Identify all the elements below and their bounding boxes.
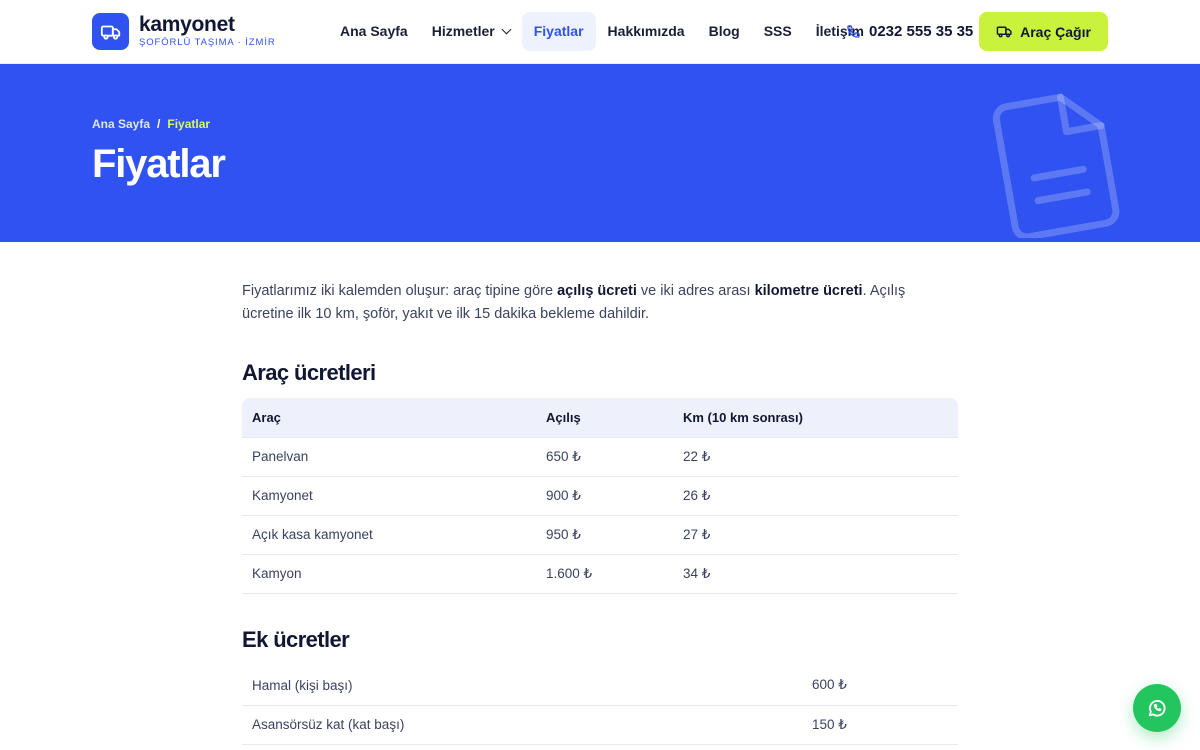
- truck-icon: [996, 26, 1012, 38]
- extra-fees-title: Ek ücretler: [242, 627, 350, 652]
- nav-label: Ana Sayfa: [340, 23, 408, 39]
- brand-logo-link[interactable]: kamyonet ŞOFÖRLÜ TAŞIMA · İZMİR: [92, 13, 276, 50]
- hero-banner: Ana Sayfa / Fiyatlar Fiyatlar: [0, 64, 1200, 242]
- phone-number: 0232 555 35 35: [869, 23, 974, 40]
- vehicle-cell: Açık kasa kamyonet: [242, 515, 536, 555]
- intro-emphasis-opening-fee: açılış ücreti: [557, 283, 637, 299]
- fee-amount-cell: 600 ₺: [802, 666, 958, 706]
- nav-label: Hizmetler: [431, 23, 495, 39]
- nav-item-hakkimizda[interactable]: Hakkımızda: [596, 12, 697, 51]
- breadcrumb-current: Fiyatlar: [167, 117, 211, 131]
- main-nav: Ana Sayfa Hizmetler Fiyatlar Hakkımızda …: [328, 12, 876, 51]
- intro-text: ve iki adres arası: [636, 283, 755, 299]
- site-header: kamyonet ŞOFÖRLÜ TAŞIMA · İZMİR Ana Sayf…: [0, 0, 1200, 64]
- table-row: Açık kasa kamyonet 950 ₺ 27 ₺: [242, 515, 958, 555]
- phone-icon: [847, 25, 860, 38]
- table-row: Asansörsüz kat (kat başı) 150 ₺: [242, 705, 958, 745]
- km-fee-cell: 26 ₺: [673, 476, 958, 516]
- document-icon: [992, 93, 1120, 238]
- intro-paragraph: Fiyatlarımız iki kalemden oluşur: araç t…: [242, 280, 958, 326]
- vehicle-cell: Panelvan: [242, 436, 536, 477]
- opening-fee-cell: 1.600 ₺: [536, 554, 673, 594]
- opening-fee-cell: 900 ₺: [536, 476, 673, 516]
- nav-label: Hakkımızda: [607, 23, 685, 39]
- vehicle-cell: Kamyon: [242, 554, 536, 594]
- fee-name-cell: Hamal (kişi başı): [242, 666, 802, 706]
- column-header: Araç: [252, 409, 281, 425]
- fee-amount-cell: 150 ₺: [802, 705, 958, 745]
- extra-fees-table: Hamal (kişi başı) 600 ₺ Asansörsüz kat (…: [242, 666, 958, 745]
- table-row: Kamyonet 900 ₺ 26 ₺: [242, 476, 958, 516]
- intro-text: Fiyatlarımız iki kalemden oluşur: araç t…: [242, 283, 558, 299]
- breadcrumb-home[interactable]: Ana Sayfa: [92, 117, 150, 131]
- column-header: Km (10 km sonrası): [683, 409, 803, 425]
- table-header-row: Araç Açılış Km (10 km sonrası): [242, 398, 958, 437]
- whatsapp-icon: [1148, 700, 1166, 717]
- brand-tagline: ŞOFÖRLÜ TAŞIMA · İZMİR: [139, 37, 276, 48]
- column-header: Açılış: [546, 409, 581, 425]
- nav-label: SSS: [763, 23, 792, 39]
- whatsapp-button[interactable]: [1133, 684, 1181, 732]
- truck-icon: [92, 13, 129, 50]
- table-row: Panelvan 650 ₺ 22 ₺: [242, 436, 958, 477]
- vehicle-cell: Kamyonet: [242, 476, 536, 516]
- fee-name-cell: Asansörsüz kat (kat başı): [242, 705, 802, 745]
- nav-item-ana-sayfa[interactable]: Ana Sayfa: [328, 12, 420, 51]
- page-title: Fiyatlar: [92, 142, 226, 186]
- vehicle-prices-title: Araç ücretleri: [242, 360, 376, 385]
- breadcrumb: Ana Sayfa / Fiyatlar: [92, 117, 210, 131]
- km-fee-cell: 34 ₺: [673, 554, 958, 594]
- table-row: Hamal (kişi başı) 600 ₺: [242, 666, 958, 706]
- km-fee-cell: 27 ₺: [673, 515, 958, 555]
- brand-name: kamyonet: [139, 13, 235, 36]
- nav-item-fiyatlar[interactable]: Fiyatlar: [521, 12, 596, 51]
- intro-emphasis-km-fee: kilometre ücreti: [754, 283, 863, 299]
- breadcrumb-separator: /: [157, 117, 161, 131]
- chevron-down-icon: [501, 24, 512, 35]
- phone-link[interactable]: 0232 555 35 35: [846, 12, 973, 51]
- opening-fee-cell: 950 ₺: [536, 515, 673, 555]
- nav-item-blog[interactable]: Blog: [697, 12, 752, 51]
- table-row: Kamyon 1.600 ₺ 34 ₺: [242, 554, 958, 594]
- nav-label: Fiyatlar: [533, 23, 584, 39]
- cta-label: Araç Çağır: [1020, 23, 1091, 40]
- nav-label: Blog: [708, 23, 740, 39]
- opening-fee-cell: 650 ₺: [536, 436, 673, 477]
- nav-item-hizmetler[interactable]: Hizmetler: [420, 12, 522, 51]
- vehicle-prices-table: Araç Açılış Km (10 km sonrası) Panelvan …: [242, 398, 958, 594]
- pricing-content: Fiyatlarımız iki kalemden oluşur: araç t…: [242, 280, 958, 745]
- nav-item-sss[interactable]: SSS: [752, 12, 804, 51]
- call-vehicle-button[interactable]: Araç Çağır: [979, 12, 1108, 51]
- km-fee-cell: 22 ₺: [673, 436, 958, 477]
